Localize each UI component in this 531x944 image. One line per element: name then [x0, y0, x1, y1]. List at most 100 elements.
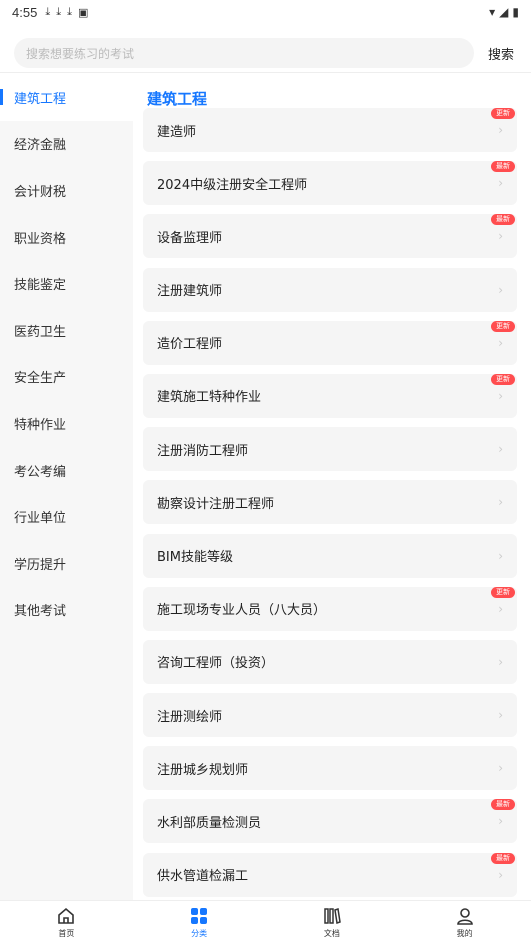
- sidebar-item-label: 医药卫生: [14, 324, 67, 340]
- chevron-right-icon: ›: [498, 335, 503, 350]
- sidebar-item-label: 建筑工程: [14, 91, 67, 107]
- sidebar-item-label: 学历提升: [14, 557, 67, 573]
- exam-item[interactable]: 勘察设计注册工程师 ›: [143, 480, 517, 525]
- update-badge: 更新: [491, 320, 515, 332]
- sidebar-item[interactable]: 行业单位: [0, 493, 133, 540]
- sidebar-item-label: 其他考试: [14, 604, 67, 620]
- update-badge: 更新: [491, 586, 515, 598]
- sidebar-item[interactable]: 建筑工程: [0, 74, 133, 121]
- exam-item-label: 建筑施工特种作业: [157, 390, 262, 406]
- sidebar-item[interactable]: 技能鉴定: [0, 260, 133, 307]
- sidebar-item[interactable]: 考公考编: [0, 447, 133, 494]
- chevron-right-icon: ›: [498, 282, 503, 297]
- chevron-right-icon: ›: [498, 867, 503, 882]
- chevron-right-icon: ›: [498, 123, 503, 137]
- exam-item[interactable]: 建造师 更新 ›: [143, 108, 517, 152]
- exam-item[interactable]: 注册建筑师 ›: [143, 267, 517, 312]
- exam-item-label: 供水管道检漏工: [157, 869, 249, 885]
- search-row: 搜索想要练习的考试 搜索: [0, 36, 531, 70]
- sidebar-item[interactable]: 职业资格: [0, 214, 133, 261]
- exam-item-label: BIM技能等级: [157, 550, 233, 565]
- exam-item[interactable]: BIM技能等级 ›: [143, 533, 517, 578]
- sidebar-item-label: 职业资格: [14, 231, 67, 247]
- status-bar: 4:55 ⤓ ⤓ ⤓ ▣ ▾ ◢ ▮: [0, 0, 531, 24]
- tab-category[interactable]: 分类: [133, 901, 266, 944]
- tab-label: 文档: [323, 929, 340, 938]
- exam-item-label: 勘察设计注册工程师: [157, 496, 275, 512]
- sidebar-item-label: 行业单位: [14, 511, 67, 527]
- main-content: 建筑工程 建造师 更新 › 2024中级注册安全工程师 最新 › 设备监理师 最新 › 注册…: [133, 74, 531, 900]
- books-icon: [324, 908, 341, 924]
- home-icon: [58, 907, 75, 924]
- chevron-right-icon: ›: [498, 388, 503, 403]
- category-icon: [191, 908, 208, 924]
- exam-item-label: 注册建筑师: [157, 284, 223, 300]
- exam-item[interactable]: 设备监理师 最新 ›: [143, 214, 517, 259]
- update-badge: 更新: [491, 373, 515, 385]
- exam-list: 建造师 更新 › 2024中级注册安全工程师 最新 › 设备监理师 最新 › 注册建筑师 › …: [143, 108, 517, 900]
- signal-icon: ◢: [499, 5, 509, 19]
- search-button[interactable]: 搜索: [488, 44, 514, 63]
- a-icon: ▣: [77, 5, 89, 19]
- tab-label: 分类: [191, 929, 208, 938]
- exam-item[interactable]: 注册测绘师 ›: [143, 693, 517, 738]
- exam-item-label: 注册城乡规划师: [157, 762, 249, 778]
- exam-item[interactable]: 水利部质量检测员 最新 ›: [143, 799, 517, 844]
- sidebar-item-label: 考公考编: [14, 464, 67, 480]
- new-badge: 最新: [491, 799, 515, 811]
- exam-item[interactable]: 造价工程师 更新 ›: [143, 320, 517, 365]
- tab-home[interactable]: 首页: [0, 901, 133, 944]
- download-icon: ⤓: [45, 5, 51, 18]
- exam-item-label: 设备监理师: [157, 230, 223, 246]
- new-badge: 最新: [491, 214, 515, 226]
- chevron-right-icon: ›: [498, 176, 503, 191]
- chevron-right-icon: ›: [498, 601, 503, 616]
- sidebar-item[interactable]: 特种作业: [0, 400, 133, 447]
- new-badge: 最新: [491, 161, 515, 173]
- sidebar-item[interactable]: 医药卫生: [0, 307, 133, 354]
- user-icon: [456, 908, 473, 925]
- exam-item-label: 建造师: [157, 124, 197, 140]
- chevron-right-icon: ›: [498, 495, 503, 510]
- sidebar-item[interactable]: 会计财税: [0, 167, 133, 214]
- chevron-right-icon: ›: [498, 548, 503, 563]
- sidebar-item-label: 安全生产: [14, 371, 67, 387]
- search-input[interactable]: 搜索想要练习的考试: [14, 38, 474, 68]
- section-title: 建筑工程: [147, 90, 208, 108]
- chevron-right-icon: ›: [498, 654, 503, 669]
- sidebar-item[interactable]: 安全生产: [0, 354, 133, 401]
- exam-item-label: 2024中级注册安全工程师: [157, 177, 308, 193]
- exam-item-label: 造价工程师: [157, 337, 223, 353]
- exam-item[interactable]: 施工现场专业人员（八大员） 更新 ›: [143, 586, 517, 631]
- divider: [0, 72, 531, 73]
- chevron-right-icon: ›: [498, 761, 503, 776]
- exam-item-label: 施工现场专业人员（八大员）: [157, 603, 327, 619]
- tab-mine[interactable]: 我的: [398, 901, 531, 944]
- sidebar-item-label: 会计财税: [14, 184, 67, 200]
- sidebar-item-label: 经济金融: [14, 138, 67, 154]
- sidebar-item-label: 特种作业: [14, 417, 67, 433]
- new-badge: 最新: [491, 852, 515, 864]
- update-badge: 更新: [491, 108, 515, 119]
- sidebar: 建筑工程 经济金融 会计财税 职业资格 技能鉴定 医药卫生 安全生产 特种作业 …: [0, 74, 133, 900]
- sidebar-item[interactable]: 学历提升: [0, 540, 133, 587]
- exam-item[interactable]: 注册消防工程师 ›: [143, 427, 517, 472]
- chevron-right-icon: ›: [498, 442, 503, 457]
- chevron-right-icon: ›: [498, 229, 503, 244]
- download-icon: ⤓: [56, 5, 62, 18]
- exam-item-label: 咨询工程师（投资）: [157, 656, 275, 672]
- exam-item[interactable]: 注册城乡规划师 ›: [143, 746, 517, 791]
- tab-label: 首页: [58, 929, 75, 938]
- wifi-icon: ▾: [489, 5, 496, 19]
- exam-item[interactable]: 2024中级注册安全工程师 最新 ›: [143, 161, 517, 206]
- exam-item[interactable]: 咨询工程师（投资） ›: [143, 639, 517, 684]
- sidebar-item-label: 技能鉴定: [14, 278, 67, 294]
- exam-item[interactable]: 建筑施工特种作业 更新 ›: [143, 373, 517, 418]
- exam-item[interactable]: 供水管道检漏工 最新 ›: [143, 852, 517, 897]
- sidebar-item[interactable]: 其他考试: [0, 587, 133, 634]
- download-icon: ⤓: [67, 5, 72, 18]
- tab-docs[interactable]: 文档: [266, 901, 399, 944]
- exam-item-label: 水利部质量检测员: [157, 815, 262, 831]
- exam-item-label: 注册测绘师: [157, 709, 223, 725]
- sidebar-item[interactable]: 经济金融: [0, 121, 133, 168]
